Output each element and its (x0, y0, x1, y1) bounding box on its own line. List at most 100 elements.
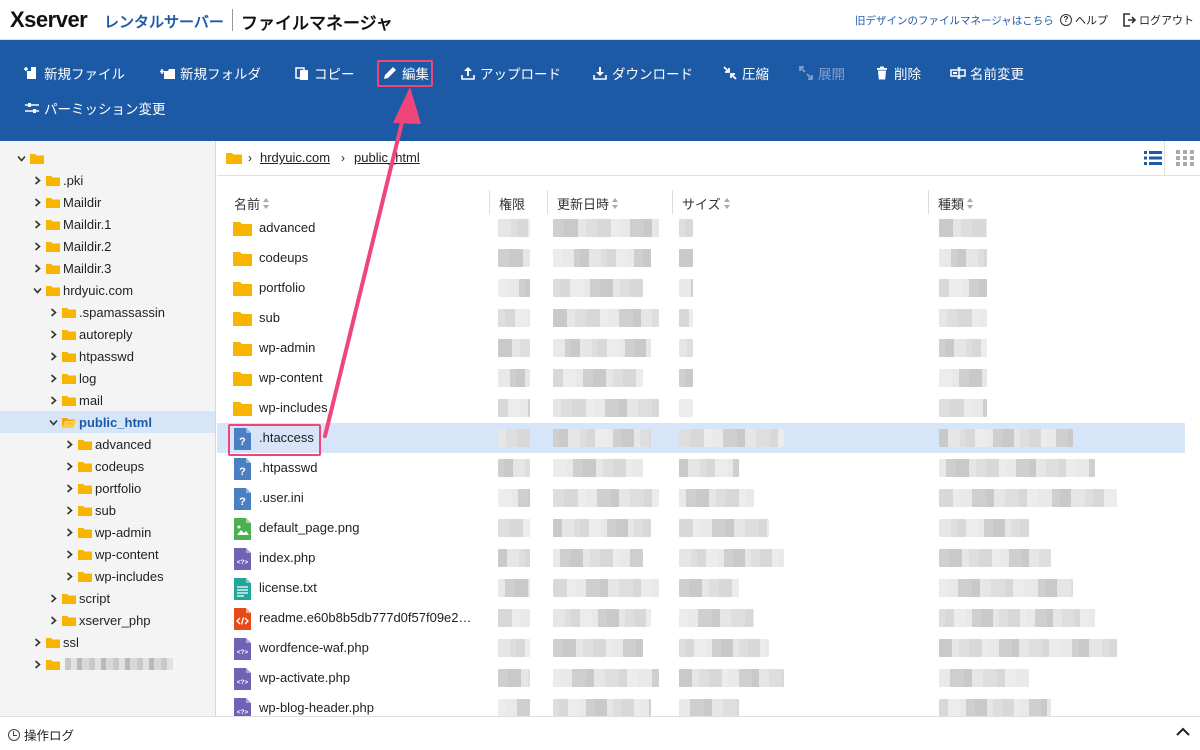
chevron-up-icon[interactable] (1176, 727, 1190, 737)
file-row[interactable]: license.txt (217, 573, 1185, 603)
chevron-right-icon[interactable] (64, 439, 74, 449)
file-row[interactable]: wp-includes (217, 393, 1185, 423)
new-file-button[interactable]: 新規ファイル (24, 62, 125, 84)
file-name: codeups (259, 250, 309, 265)
svg-text:?: ? (239, 436, 246, 448)
breadcrumb-item[interactable]: public_html (354, 150, 420, 165)
chevron-right-icon[interactable] (64, 527, 74, 537)
chevron-right-icon[interactable] (48, 351, 58, 361)
file-row[interactable]: ? .user.ini (217, 483, 1185, 513)
chevron-right-icon[interactable] (32, 241, 42, 251)
help-link[interactable]: ? ヘルプ (1060, 12, 1108, 28)
tree-item[interactable]: public_html (0, 411, 215, 433)
logout-link[interactable]: ログアウト (1122, 12, 1194, 28)
tree-item-label: ssl (63, 634, 79, 650)
column-separator[interactable] (489, 190, 490, 214)
chevron-down-icon[interactable] (16, 153, 26, 163)
tree-item-label: autoreply (79, 326, 133, 342)
file-row[interactable]: <?> index.php (217, 543, 1185, 573)
list-view-icon[interactable] (1143, 149, 1163, 167)
file-row[interactable]: ? .htaccess (217, 423, 1185, 453)
chevron-right-icon[interactable] (48, 593, 58, 603)
chevron-right-icon[interactable] (64, 549, 74, 559)
tree-item[interactable]: xserver_php (0, 609, 215, 631)
chevron-right-icon[interactable] (64, 461, 74, 471)
compress-button[interactable]: 圧縮 (722, 62, 769, 84)
column-header-modified[interactable]: 更新日時 (557, 194, 619, 213)
operation-log-bar[interactable]: 操作ログ (0, 716, 1200, 750)
chevron-right-icon[interactable] (32, 219, 42, 229)
column-header-size[interactable]: サイズ (682, 194, 731, 213)
column-separator[interactable] (672, 190, 673, 214)
file-row[interactable]: <?> wordfence-waf.php (217, 633, 1185, 663)
column-header-name[interactable]: 名前 (234, 194, 270, 213)
chevron-right-icon[interactable] (48, 307, 58, 317)
tree-item[interactable]: wp-includes (0, 565, 215, 587)
extract-button[interactable]: 展開 (798, 62, 845, 84)
column-separator[interactable] (547, 190, 548, 214)
tree-item[interactable]: wp-admin (0, 521, 215, 543)
file-row[interactable]: default_page.png (217, 513, 1185, 543)
chevron-right-icon[interactable] (64, 571, 74, 581)
operation-log-toggle[interactable]: 操作ログ (8, 725, 74, 744)
tree-item[interactable]: autoreply (0, 323, 215, 345)
tree-item[interactable] (0, 147, 215, 169)
delete-button[interactable]: 削除 (874, 62, 921, 84)
tree-item[interactable]: hrdyuic.com (0, 279, 215, 301)
copy-button[interactable]: コピー (294, 62, 355, 84)
file-row[interactable]: wp-content (217, 363, 1185, 393)
upload-button[interactable]: アップロード (460, 62, 561, 84)
tree-item[interactable]: mail (0, 389, 215, 411)
chevron-right-icon[interactable] (48, 395, 58, 405)
tree-item[interactable]: .pki (0, 169, 215, 191)
tree-item[interactable]: Maildir.3 (0, 257, 215, 279)
tree-item[interactable]: sub (0, 499, 215, 521)
file-row[interactable]: sub (217, 303, 1185, 333)
app-title: ファイルマネージャ (241, 14, 393, 33)
chevron-right-icon[interactable] (32, 263, 42, 273)
download-button[interactable]: ダウンロード (592, 62, 693, 84)
tree-item[interactable]: Maildir (0, 191, 215, 213)
tree-item[interactable]: wp-content (0, 543, 215, 565)
file-row[interactable]: ? .htpasswd (217, 453, 1185, 483)
xserver-logo[interactable]: Xserver (10, 7, 88, 33)
file-row[interactable]: advanced (217, 213, 1185, 243)
tree-item[interactable]: log (0, 367, 215, 389)
chevron-down-icon[interactable] (32, 285, 42, 295)
chevron-right-icon[interactable] (32, 197, 42, 207)
tree-item[interactable]: Maildir.2 (0, 235, 215, 257)
tree-item[interactable]: advanced (0, 433, 215, 455)
permission-button[interactable]: パーミッション変更 (24, 97, 166, 119)
grid-view-icon[interactable] (1175, 149, 1195, 167)
chevron-right-icon[interactable] (32, 175, 42, 185)
column-separator[interactable] (928, 190, 929, 214)
chevron-down-icon[interactable] (48, 417, 58, 427)
chevron-right-icon[interactable] (32, 659, 42, 669)
tree-item[interactable]: htpasswd (0, 345, 215, 367)
edit-button[interactable]: 編集 (382, 62, 429, 84)
breadcrumb-item[interactable]: hrdyuic.com (260, 150, 330, 165)
tree-item[interactable]: script (0, 587, 215, 609)
chevron-right-icon[interactable] (32, 637, 42, 647)
chevron-right-icon[interactable] (48, 615, 58, 625)
tree-item[interactable]: .spamassassin (0, 301, 215, 323)
file-row[interactable]: portfolio (217, 273, 1185, 303)
file-row[interactable]: <?> wp-activate.php (217, 663, 1185, 693)
tree-item[interactable]: codeups (0, 455, 215, 477)
chevron-right-icon[interactable] (64, 483, 74, 493)
new-folder-button[interactable]: 新規フォルダ (160, 62, 261, 84)
tree-item[interactable]: ssl (0, 631, 215, 653)
old-design-link[interactable]: 旧デザインのファイルマネージャはこちら (855, 13, 1054, 28)
tree-item[interactable] (0, 653, 215, 675)
chevron-right-icon[interactable] (48, 373, 58, 383)
file-row[interactable]: readme.e60b8b5db777d0f57f09e2… (217, 603, 1185, 633)
file-row[interactable]: codeups (217, 243, 1185, 273)
file-row[interactable]: wp-admin (217, 333, 1185, 363)
chevron-right-icon[interactable] (64, 505, 74, 515)
tree-item[interactable]: portfolio (0, 477, 215, 499)
tree-item[interactable]: Maildir.1 (0, 213, 215, 235)
rename-button[interactable]: 名前変更 (950, 62, 1024, 84)
chevron-right-icon[interactable] (48, 329, 58, 339)
column-header-permission[interactable]: 権限 (499, 194, 525, 213)
column-header-type[interactable]: 種類 (938, 194, 974, 213)
